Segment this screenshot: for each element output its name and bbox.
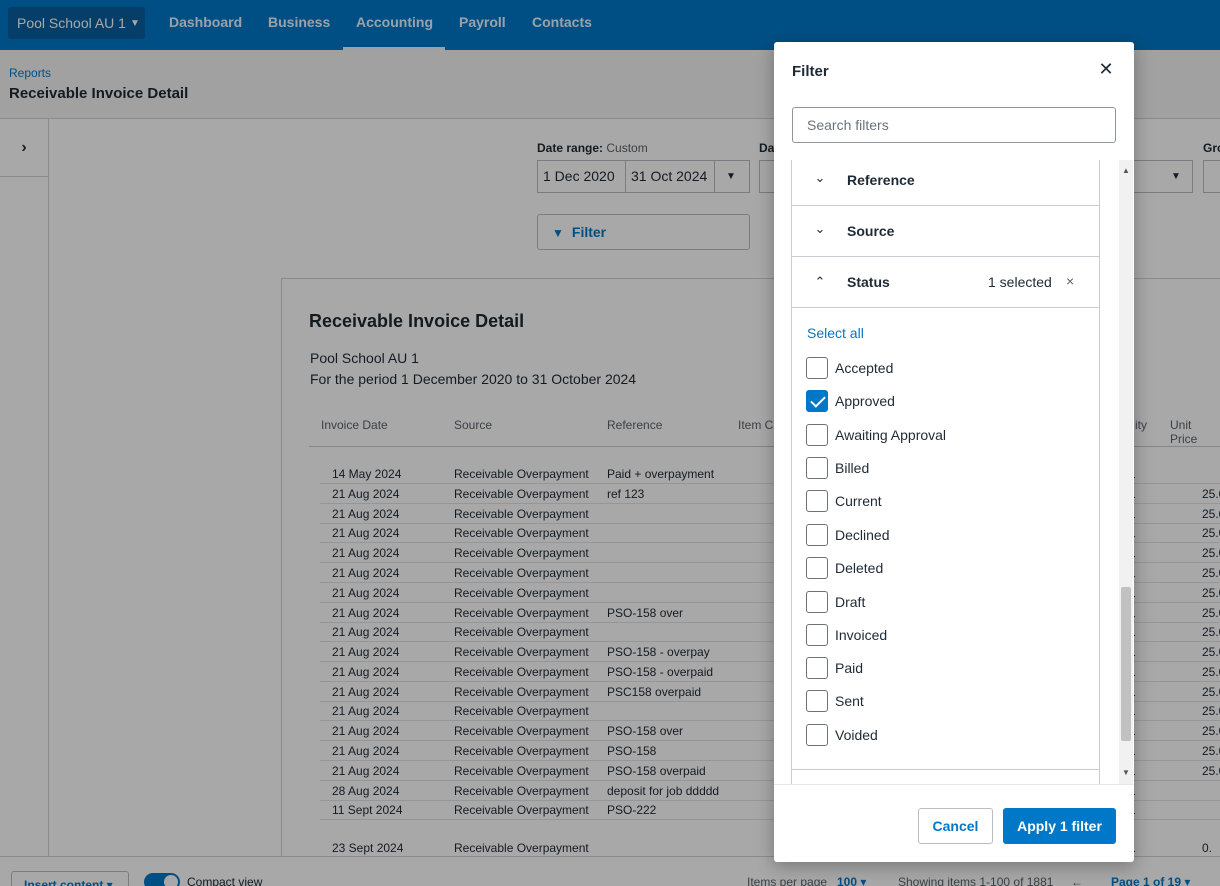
- option-label: Sent: [835, 693, 864, 709]
- filter-section-label: Source: [847, 223, 895, 239]
- status-option-current[interactable]: Current: [806, 490, 1086, 512]
- status-option-billed[interactable]: Billed: [806, 457, 1086, 479]
- checkbox[interactable]: [806, 524, 828, 546]
- option-label: Voided: [835, 727, 878, 743]
- chevron-down-icon: ⌄: [814, 221, 826, 236]
- option-label: Invoiced: [835, 627, 888, 643]
- chevron-up-icon: ⌃: [814, 274, 826, 289]
- option-label: Accepted: [835, 360, 894, 376]
- scrollbar-thumb[interactable]: [1121, 587, 1131, 741]
- checkbox[interactable]: [806, 390, 828, 412]
- clear-selection-icon[interactable]: ×: [1066, 273, 1074, 289]
- scroll-down-icon[interactable]: ▼: [1122, 768, 1130, 777]
- checkbox[interactable]: [806, 357, 828, 379]
- status-option-awaiting-approval[interactable]: Awaiting Approval: [806, 424, 1086, 446]
- option-label: Approved: [835, 393, 895, 409]
- status-option-approved[interactable]: Approved: [806, 390, 1086, 412]
- divider: [774, 784, 1134, 785]
- filter-section-reference[interactable]: ⌄ Reference: [792, 160, 1099, 206]
- status-option-accepted[interactable]: Accepted: [806, 357, 1086, 379]
- status-option-declined[interactable]: Declined: [806, 524, 1086, 546]
- filter-section-label: Status: [847, 274, 890, 290]
- status-option-draft[interactable]: Draft: [806, 591, 1086, 613]
- filter-section-source[interactable]: ⌄ Source: [792, 206, 1099, 257]
- select-all-link[interactable]: Select all: [807, 325, 864, 341]
- checkbox[interactable]: [806, 724, 828, 746]
- checkbox[interactable]: [806, 557, 828, 579]
- status-option-paid[interactable]: Paid: [806, 657, 1086, 679]
- filter-dialog: Filter ✕ ⌄ Reference ⌄ Source ⌃ Status 1…: [774, 42, 1134, 862]
- close-icon[interactable]: ✕: [1096, 59, 1116, 79]
- checkbox[interactable]: [806, 690, 828, 712]
- option-label: Deleted: [835, 560, 884, 576]
- chevron-down-icon: ⌄: [814, 170, 826, 185]
- scroll-up-icon[interactable]: ▲: [1122, 166, 1130, 175]
- option-label: Awaiting Approval: [835, 427, 947, 443]
- checkbox[interactable]: [806, 591, 828, 613]
- dialog-title: Filter: [792, 63, 829, 80]
- option-label: Billed: [835, 460, 870, 476]
- filter-section-label: Reference: [847, 172, 915, 188]
- search-filters-input[interactable]: [792, 107, 1116, 143]
- status-option-voided[interactable]: Voided: [806, 724, 1086, 746]
- status-option-sent[interactable]: Sent: [806, 690, 1086, 712]
- option-label: Draft: [835, 594, 866, 610]
- status-option-deleted[interactable]: Deleted: [806, 557, 1086, 579]
- checkbox[interactable]: [806, 424, 828, 446]
- checkbox[interactable]: [806, 657, 828, 679]
- option-label: Paid: [835, 660, 864, 676]
- option-label: Current: [835, 493, 882, 509]
- selected-count: 1 selected: [988, 274, 1052, 290]
- filter-section-status[interactable]: ⌃ Status 1 selected ×: [792, 257, 1099, 308]
- option-label: Declined: [835, 527, 890, 543]
- scrollbar[interactable]: ▲ ▼: [1119, 160, 1133, 784]
- checkbox[interactable]: [806, 624, 828, 646]
- apply-filter-button[interactable]: Apply 1 filter: [1003, 808, 1116, 844]
- filter-sections-list: ⌄ Reference ⌄ Source ⌃ Status 1 selected…: [791, 160, 1100, 784]
- checkbox[interactable]: [806, 457, 828, 479]
- cancel-button[interactable]: Cancel: [918, 808, 993, 844]
- divider: [792, 769, 1099, 770]
- checkbox[interactable]: [806, 490, 828, 512]
- status-option-invoiced[interactable]: Invoiced: [806, 624, 1086, 646]
